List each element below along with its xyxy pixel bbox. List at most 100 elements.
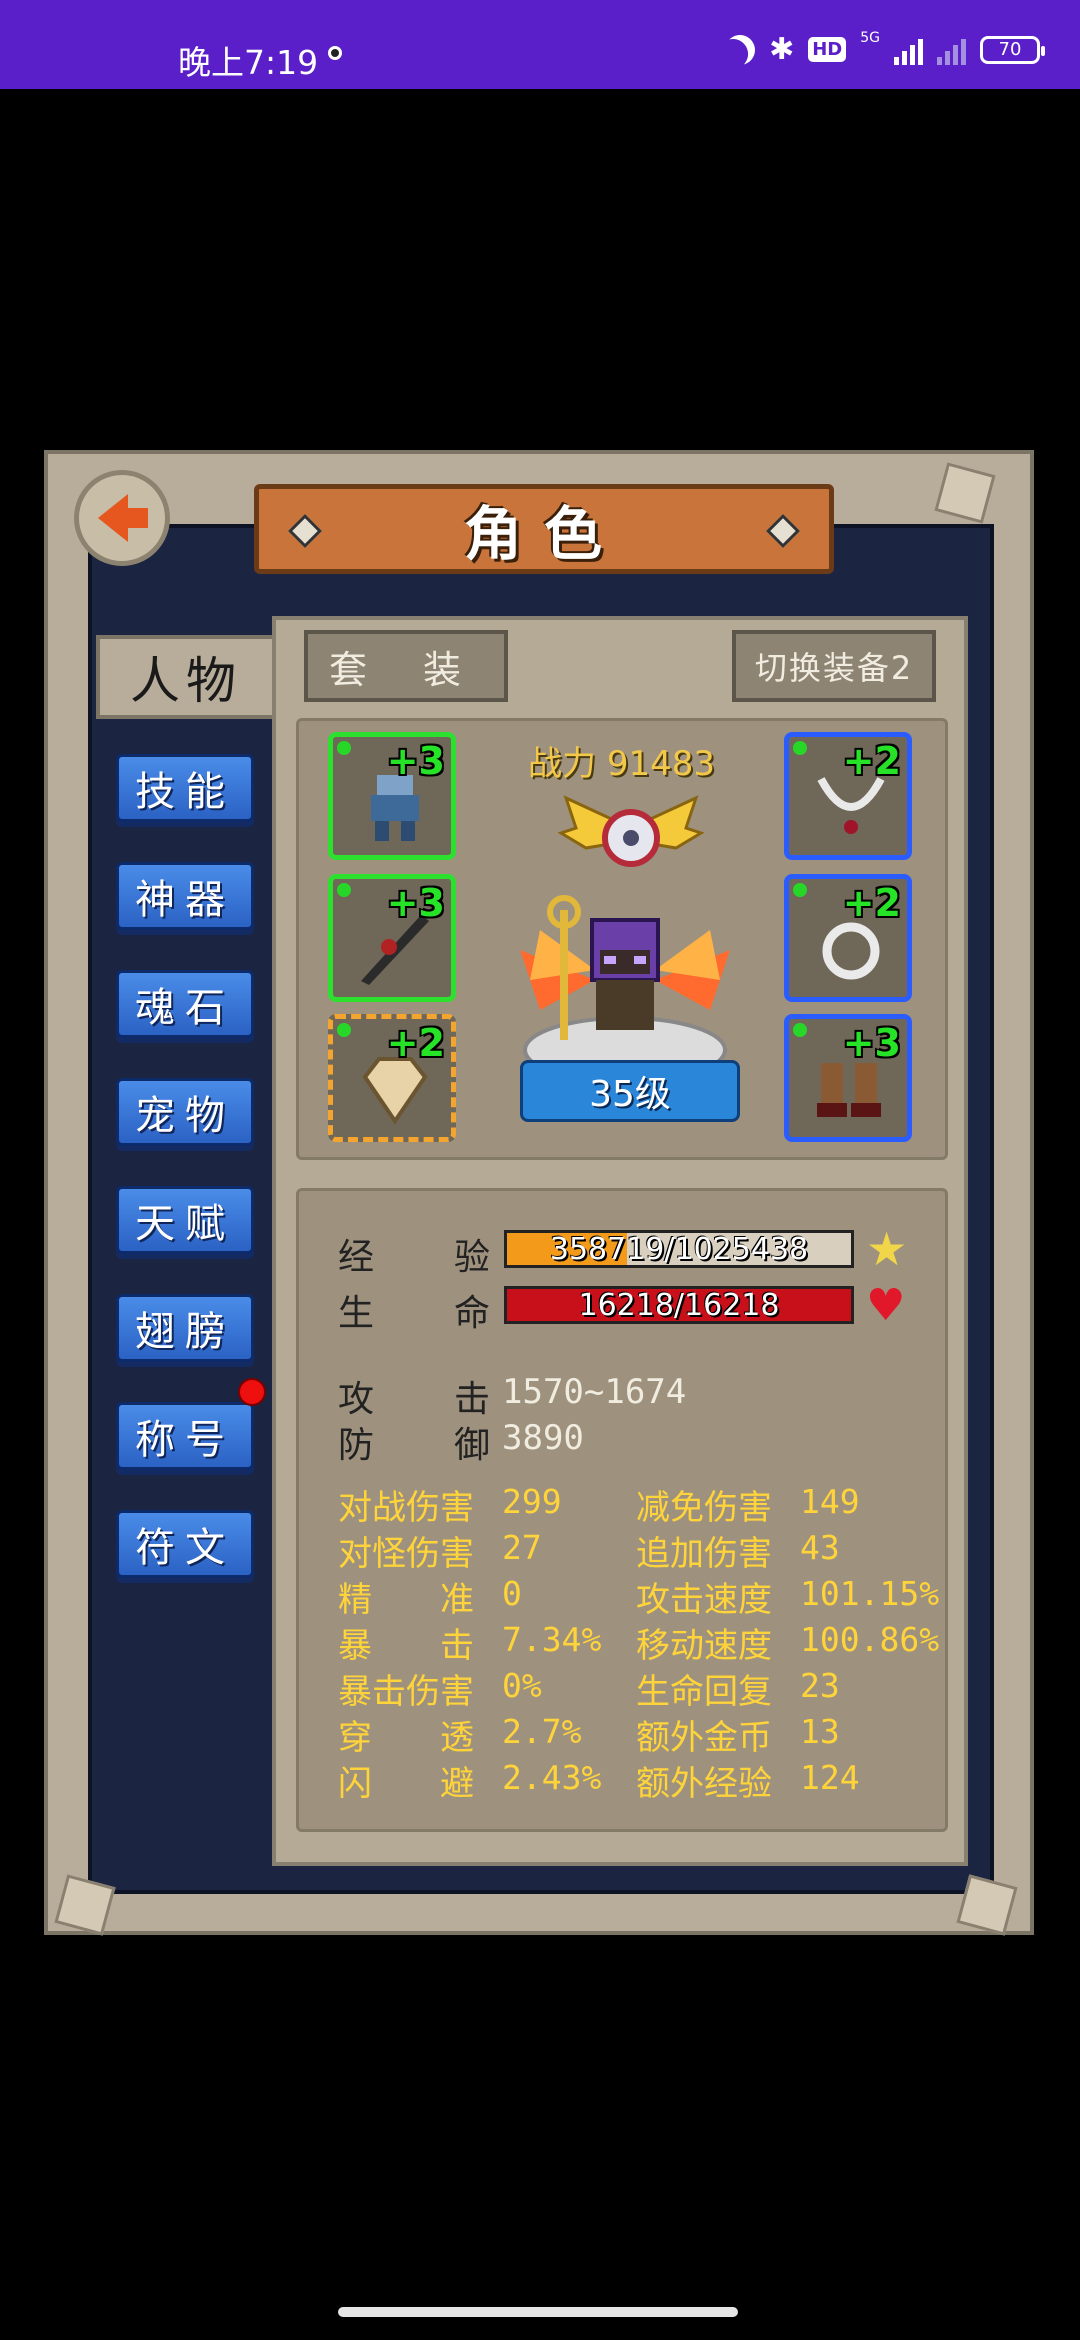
status-bar: 晚上7:19 ✱ HD 5G 70: [0, 0, 1080, 89]
stat-label: 攻击速度: [636, 1580, 772, 1620]
stat-label: 对怪伤害: [338, 1534, 474, 1574]
combat-power-label: 战力: [528, 744, 596, 784]
stat-label: 闪 避: [338, 1764, 474, 1804]
equip-slot-boots[interactable]: +3: [784, 1014, 912, 1142]
home-indicator[interactable]: [338, 2307, 738, 2317]
stat-value: 100.86%: [800, 1620, 940, 1659]
stat-value: 101.15%: [800, 1574, 940, 1613]
stat-label: 暴击伤害: [338, 1672, 474, 1712]
equip-slot-ring[interactable]: +2: [784, 874, 912, 1002]
gem-icon: [337, 1023, 351, 1037]
side-tab-label: 神器: [135, 877, 235, 923]
exp-value: 358719/1025438: [549, 1231, 809, 1267]
rivet-icon: [766, 514, 800, 548]
character-level: 35级: [589, 1074, 671, 1115]
switch-equipment-button[interactable]: 切换装备2: [732, 630, 936, 702]
side-tab-label: 翅膀: [135, 1309, 235, 1355]
tab-character-label: 人物: [130, 652, 242, 710]
stat-value: 23: [800, 1666, 840, 1705]
stat-value: 0: [502, 1574, 522, 1613]
battery-level: 70: [998, 39, 1022, 60]
back-button[interactable]: [74, 470, 170, 566]
rivet-icon: [288, 514, 322, 548]
attack-value: 1570~1674: [502, 1372, 687, 1412]
gem-icon: [337, 883, 351, 897]
defense-label: 御: [454, 1425, 491, 1466]
gem-icon: [337, 741, 351, 755]
gem-icon: [793, 883, 807, 897]
stat-label: 减免伤害: [636, 1488, 772, 1528]
level-ribbon: 35级: [520, 1060, 740, 1122]
stat-value: 299: [502, 1482, 562, 1521]
defense-label: 防: [338, 1425, 375, 1466]
bluetooth-icon: ✱: [769, 32, 795, 67]
side-tab-label: 魂石: [135, 985, 235, 1031]
side-tab-title[interactable]: 称号: [116, 1402, 254, 1470]
hp-bar: 16218/16218: [504, 1286, 854, 1324]
hp-label: 命: [454, 1293, 491, 1334]
back-arrow-icon: [98, 494, 148, 542]
side-tab-artifact[interactable]: 神器: [116, 862, 254, 930]
side-tab-rune[interactable]: 符文: [116, 1510, 254, 1578]
side-tab-talent[interactable]: 天赋: [116, 1186, 254, 1254]
gem-icon: [793, 741, 807, 755]
hp-label: 生: [338, 1293, 375, 1334]
status-time: 晚上7:19: [178, 43, 319, 82]
stat-value: 2.7%: [502, 1712, 582, 1751]
side-tab-skills[interactable]: 技能: [116, 754, 254, 822]
stat-label: 暴 击: [338, 1626, 474, 1666]
signal-2-icon: [937, 35, 966, 65]
stat-label: 额外经验: [636, 1764, 772, 1804]
stat-value: 7.34%: [502, 1620, 602, 1659]
stat-label: 精 准: [338, 1580, 474, 1620]
side-tab-wings[interactable]: 翅膀: [116, 1294, 254, 1362]
recording-dot-icon: [328, 46, 342, 60]
exp-label: 验: [454, 1237, 491, 1278]
battery-icon: 70: [980, 35, 1045, 64]
heart-icon: ♥: [866, 1280, 906, 1331]
status-icons: ✱ HD 5G 70: [725, 29, 1045, 67]
combat-power-value: 91483: [606, 744, 715, 784]
equip-slot-weapon[interactable]: +3: [328, 874, 456, 1002]
stat-value: 149: [800, 1482, 860, 1521]
network-type: 5G: [860, 29, 880, 46]
tab-character[interactable]: 人物: [96, 635, 272, 719]
screen-title: 角色: [463, 500, 624, 568]
stat-value: 2.43%: [502, 1758, 602, 1797]
side-tab-label: 天赋: [135, 1201, 235, 1247]
enhance-level: +2: [842, 739, 901, 783]
stat-value: 124: [800, 1758, 860, 1797]
gem-icon: [793, 1023, 807, 1037]
stat-value: 13: [800, 1712, 840, 1751]
stat-value: 43: [800, 1528, 840, 1567]
enhance-level: +3: [386, 739, 445, 783]
switch-equipment-label: 切换装备2: [754, 649, 914, 687]
equip-slot-necklace[interactable]: +2: [784, 732, 912, 860]
moon-icon: [720, 29, 761, 70]
stat-label: 追加伤害: [636, 1534, 772, 1574]
stat-label: 生命回复: [636, 1672, 772, 1712]
equip-slot-armor[interactable]: +3: [328, 732, 456, 860]
title-plank: 角色: [254, 484, 834, 574]
side-tab-pet[interactable]: 宠物: [116, 1078, 254, 1146]
notification-dot: [238, 1378, 266, 1406]
exp-label: 经: [338, 1237, 375, 1278]
defense-value: 3890: [502, 1418, 584, 1458]
attack-label: 击: [454, 1379, 491, 1420]
side-tab-soulstone[interactable]: 魂石: [116, 970, 254, 1038]
stat-label: 对战伤害: [338, 1488, 474, 1528]
equip-slot-shoulder[interactable]: +2: [328, 1014, 456, 1142]
side-tab-label: 技能: [135, 769, 235, 815]
hd-badge: HD: [808, 37, 847, 62]
suit-button[interactable]: 套 装: [304, 630, 508, 702]
side-tab-label: 宠物: [135, 1093, 235, 1139]
rank-wings-icon: [557, 795, 705, 867]
signal-icon: [894, 35, 923, 65]
attack-label: 攻: [338, 1379, 375, 1420]
stat-label: 移动速度: [636, 1626, 772, 1666]
side-tab-label: 称号: [135, 1417, 235, 1463]
enhance-level: +3: [842, 1021, 901, 1065]
stat-label: 穿 透: [338, 1718, 474, 1758]
enhance-level: +2: [842, 881, 901, 925]
hp-value: 16218/16218: [578, 1287, 780, 1323]
